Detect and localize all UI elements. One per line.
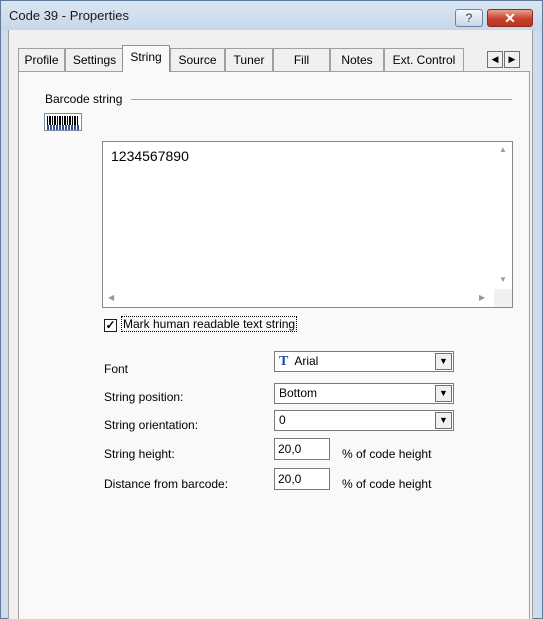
chevron-down-icon[interactable]: ▼ <box>435 412 452 429</box>
distance-from-barcode-input[interactable]: 20,0 <box>274 468 330 490</box>
string-height-unit: % of code height <box>342 447 432 461</box>
title-bar[interactable]: Code 39 - Properties ? ✕ <box>1 1 542 31</box>
truetype-font-icon: T <box>279 354 289 369</box>
scroll-right-icon[interactable]: ▶ <box>479 293 485 302</box>
help-button[interactable]: ? <box>455 9 483 27</box>
barcode-string-group-label: Barcode string <box>45 92 127 106</box>
tab-ext-control[interactable]: Ext. Control <box>384 48 464 71</box>
barcode-digits <box>47 125 80 130</box>
tab-string[interactable]: String <box>122 45 170 72</box>
close-button[interactable]: ✕ <box>487 9 533 27</box>
barcode-string-box: ▲ ▼ ◀ ▶ <box>102 141 513 308</box>
scroll-up-icon[interactable]: ▲ <box>499 145 507 154</box>
string-orientation-value: 0 <box>279 413 286 427</box>
font-value: Arial <box>294 354 319 368</box>
string-position-select[interactable]: Bottom ▼ <box>274 383 454 404</box>
scroll-down-icon[interactable]: ▼ <box>499 275 507 284</box>
barcode-bars <box>47 116 79 125</box>
tab-scroll-left-icon[interactable]: ◀ <box>487 51 503 68</box>
tab-scroll-right-icon[interactable]: ▶ <box>504 51 520 68</box>
string-position-label: String position: <box>104 390 184 404</box>
string-orientation-select[interactable]: 0 ▼ <box>274 410 454 431</box>
font-select-value: T Arial <box>279 352 318 371</box>
string-orientation-label: String orientation: <box>104 418 199 432</box>
font-select[interactable]: T Arial ▼ <box>274 351 454 372</box>
tab-settings[interactable]: Settings <box>65 48 124 71</box>
font-label: Font <box>104 362 129 376</box>
tab-strip: Profile Settings String Source Tuner Fil… <box>18 45 530 72</box>
string-height-label: String height: <box>104 447 175 461</box>
distance-from-barcode-unit: % of code height <box>342 477 432 491</box>
tab-tuner[interactable]: Tuner <box>225 48 273 71</box>
tab-fill[interactable]: Fill <box>273 48 330 71</box>
human-readable-checkbox[interactable]: ✓ <box>104 319 117 332</box>
window-title: Code 39 - Properties <box>9 8 129 23</box>
barcode-icon <box>44 113 82 131</box>
string-position-value: Bottom <box>279 386 318 400</box>
scrollbar-corner <box>494 289 512 307</box>
scroll-left-icon[interactable]: ◀ <box>108 293 114 302</box>
chevron-down-icon[interactable]: ▼ <box>435 353 452 370</box>
barcode-string-input[interactable] <box>103 142 494 290</box>
vertical-scrollbar[interactable]: ▲ ▼ <box>494 142 512 290</box>
tab-source[interactable]: Source <box>170 48 225 71</box>
string-height-input[interactable]: 20,0 <box>274 438 330 460</box>
human-readable-checkbox-label[interactable]: Mark human readable text string <box>120 316 298 332</box>
group-divider <box>131 99 512 100</box>
chevron-down-icon[interactable]: ▼ <box>435 385 452 402</box>
distance-from-barcode-label: Distance from barcode: <box>104 477 229 491</box>
tab-notes[interactable]: Notes <box>330 48 384 71</box>
horizontal-scrollbar[interactable]: ◀ ▶ <box>103 289 494 307</box>
tab-profile[interactable]: Profile <box>18 48 65 71</box>
